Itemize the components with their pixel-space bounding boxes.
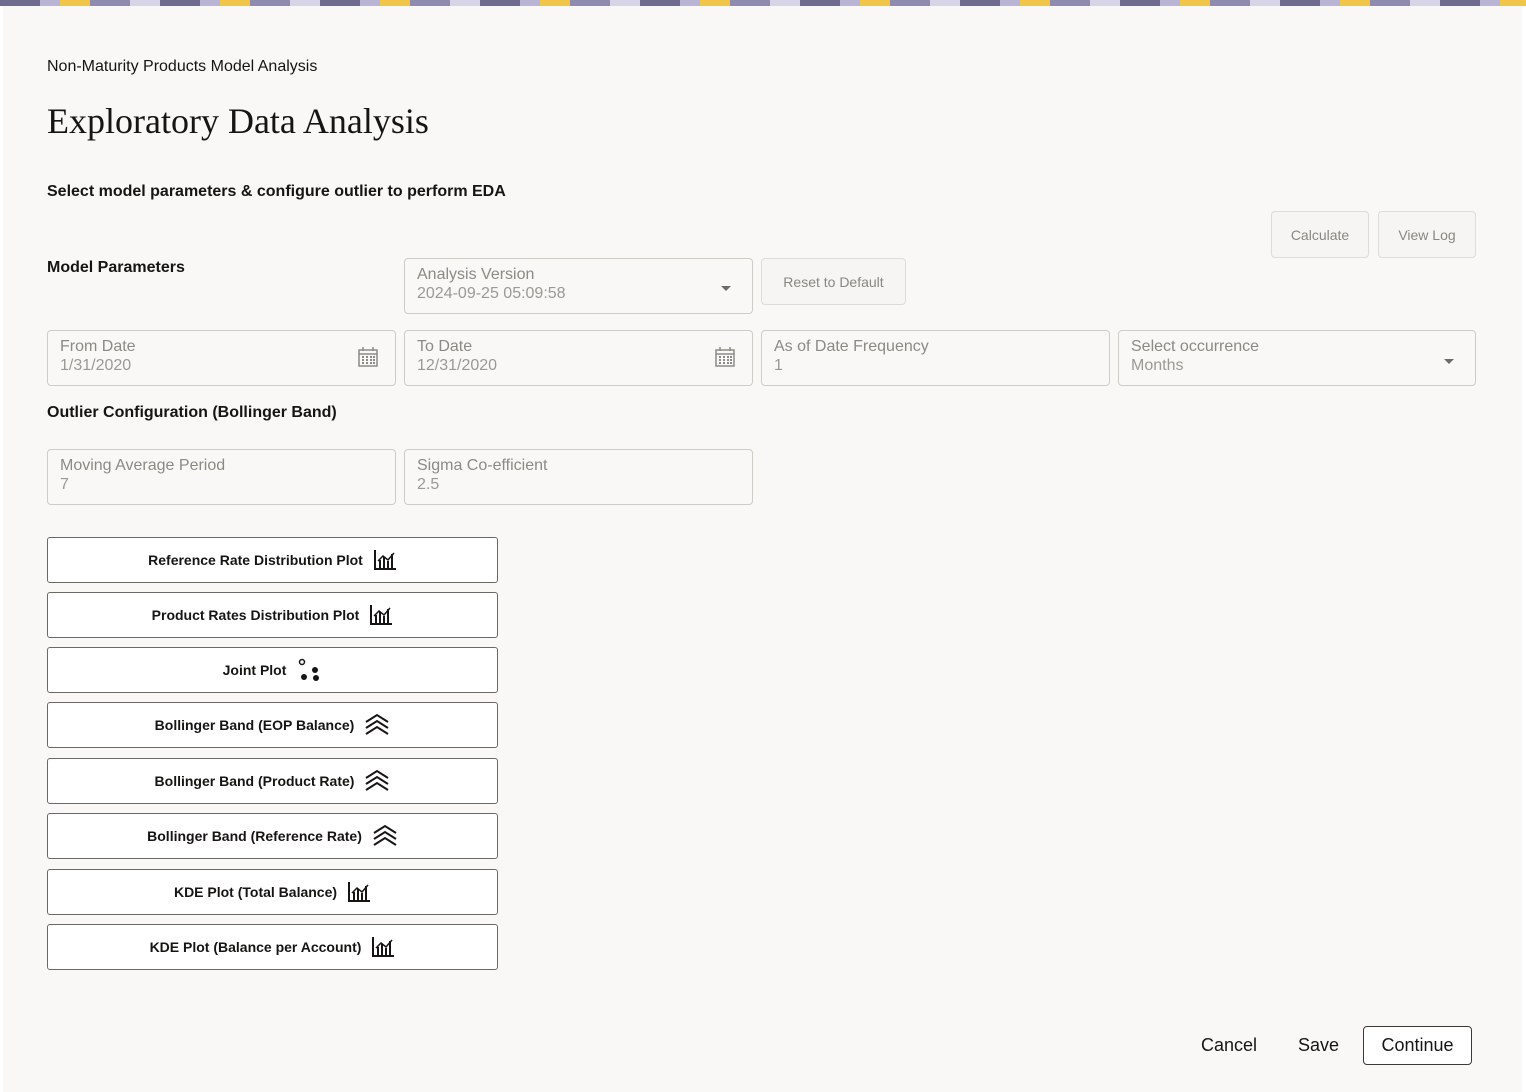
joint-plot-button[interactable]: Joint Plot <box>47 647 498 693</box>
to-date-value: 12/31/2020 <box>417 357 498 374</box>
chevron-down-icon <box>720 280 732 298</box>
plot-button-label: Reference Rate Distribution Plot <box>148 552 363 568</box>
chevrons-up-icon <box>372 824 398 848</box>
model-parameters-label: Model Parameters <box>47 259 185 276</box>
kde-plot-balance-per-account-button[interactable]: KDE Plot (Balance per Account) <box>47 924 498 970</box>
plot-button-label: KDE Plot (Balance per Account) <box>149 939 362 955</box>
plot-button-label: Bollinger Band (Product Rate) <box>154 773 355 789</box>
sigma-value: 2.5 <box>417 476 440 493</box>
page-subtitle: Select model parameters & configure outl… <box>47 183 506 200</box>
plot-button-label: Bollinger Band (EOP Balance) <box>154 717 355 733</box>
sigma-label: Sigma Co-efficient <box>417 457 548 474</box>
save-button[interactable]: Save <box>1298 1035 1339 1056</box>
occurrence-label: Select occurrence <box>1131 338 1260 355</box>
reset-to-default-button[interactable]: Reset to Default <box>761 258 906 305</box>
as-of-date-frequency-field[interactable]: As of Date Frequency 1 <box>761 330 1110 386</box>
bollinger-band-reference-rate-button[interactable]: Bollinger Band (Reference Rate) <box>47 813 498 859</box>
analysis-version-select[interactable]: Analysis Version 2024-09-25 05:09:58 <box>404 258 753 314</box>
calculate-button[interactable]: Calculate <box>1271 211 1369 258</box>
bar-chart-icon <box>373 549 397 571</box>
breadcrumb: Non-Maturity Products Model Analysis <box>47 58 318 75</box>
bollinger-band-eop-balance-button[interactable]: Bollinger Band (EOP Balance) <box>47 702 498 748</box>
bollinger-band-product-rate-button[interactable]: Bollinger Band (Product Rate) <box>47 758 498 804</box>
calendar-icon[interactable] <box>357 346 379 373</box>
product-rates-distribution-plot-button[interactable]: Product Rates Distribution Plot <box>47 592 498 638</box>
sigma-coefficient-field[interactable]: Sigma Co-efficient 2.5 <box>404 449 753 505</box>
plot-button-label: Joint Plot <box>222 662 287 678</box>
from-date-label: From Date <box>60 338 136 355</box>
frequency-label: As of Date Frequency <box>774 338 929 355</box>
bar-chart-icon <box>347 881 371 903</box>
occurrence-select[interactable]: Select occurrence Months <box>1118 330 1476 386</box>
bar-chart-icon <box>371 936 395 958</box>
calendar-icon[interactable] <box>714 346 736 373</box>
chevrons-up-icon <box>364 713 390 737</box>
plot-button-label: Product Rates Distribution Plot <box>151 607 360 623</box>
occurrence-value: Months <box>1131 357 1184 374</box>
moving-average-label: Moving Average Period <box>60 457 226 474</box>
moving-average-value: 7 <box>60 476 69 493</box>
from-date-value: 1/31/2020 <box>60 357 132 374</box>
continue-button[interactable]: Continue <box>1363 1026 1472 1065</box>
analysis-version-value: 2024-09-25 05:09:58 <box>417 285 566 302</box>
chevron-down-icon <box>1443 353 1455 371</box>
plot-button-label: KDE Plot (Total Balance) <box>173 884 338 900</box>
reference-rate-distribution-plot-button[interactable]: Reference Rate Distribution Plot <box>47 537 498 583</box>
kde-plot-total-balance-button[interactable]: KDE Plot (Total Balance) <box>47 869 498 915</box>
to-date-label: To Date <box>417 338 473 355</box>
from-date-field[interactable]: From Date 1/31/2020 <box>47 330 396 386</box>
chevrons-up-icon <box>364 769 390 793</box>
plot-button-label: Bollinger Band (Reference Rate) <box>147 828 362 844</box>
to-date-field[interactable]: To Date 12/31/2020 <box>404 330 753 386</box>
scatter-icon <box>296 657 322 683</box>
cancel-button[interactable]: Cancel <box>1201 1035 1257 1056</box>
moving-average-period-field[interactable]: Moving Average Period 7 <box>47 449 396 505</box>
view-log-button[interactable]: View Log <box>1378 211 1476 258</box>
outlier-configuration-label: Outlier Configuration (Bollinger Band) <box>47 404 337 421</box>
bar-chart-icon <box>369 604 393 626</box>
page-title: Exploratory Data Analysis <box>47 101 429 141</box>
analysis-version-label: Analysis Version <box>417 266 535 283</box>
frequency-value: 1 <box>774 357 783 374</box>
